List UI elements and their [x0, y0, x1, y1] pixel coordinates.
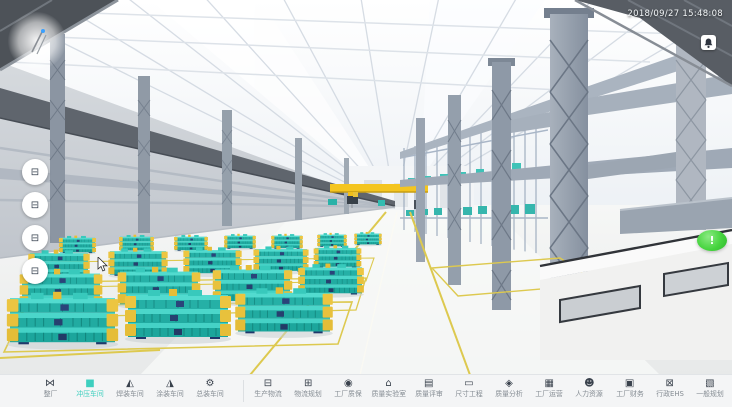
toolbar-item-shield[interactable]: ◈质量分析 [493, 378, 525, 398]
toolbar-divider [243, 380, 244, 402]
side-panel-button-3[interactable]: ⊟ [22, 225, 48, 251]
chart-icon: ▦ [544, 378, 553, 389]
side-panel-button-2[interactable]: ⊟ [22, 192, 48, 218]
person-icon: ☻ [584, 378, 594, 389]
truck-icon: ⊟ [264, 378, 272, 389]
toolbar-item-painting-workshop[interactable]: ◮涂装车间 [154, 378, 186, 398]
toolbar-item-stamping-workshop[interactable]: ■冲压车间 [74, 378, 106, 398]
toolbar-item-label: 行政EHS [656, 390, 684, 397]
app-window: 2018/09/27 15:48:08 ⊟ ⊟ ⊟ ⊟ ! ⋈整厂 ■冲压车间 ◭焊装车间… [0, 0, 732, 407]
lab-icon: ⌂ [385, 378, 391, 389]
ehs-icon: ⊠ [666, 378, 674, 389]
toolbar-item-label: 工厂运营 [535, 390, 563, 397]
toolbar-item-ehs[interactable]: ⊠行政EHS [654, 378, 686, 398]
dashboard-icon: ⊟ [31, 266, 39, 277]
toolbar-item-label: 质量评审 [415, 390, 443, 397]
toolbar-item-label: 总装车间 [196, 390, 224, 397]
workshop-nav-group: ⋈整厂 ■冲压车间 ◭焊装车间 ◮涂装车间 ⚙总装车间 [34, 378, 226, 398]
side-panel-button-4[interactable]: ⊟ [22, 258, 48, 284]
stamping-workshop-icon: ■ [85, 378, 94, 389]
scene-3d-viewport[interactable]: 2018/09/27 15:48:08 ⊟ ⊟ ⊟ ⊟ ! [0, 0, 732, 375]
toolbar-item-label: 焊装车间 [116, 390, 144, 397]
compass-needle-icon [8, 12, 66, 70]
toolbar-item-assembly-workshop[interactable]: ⚙总装车间 [194, 378, 226, 398]
toolbar-item-label: 涂装车间 [156, 390, 184, 397]
toolbar-item-logistics-plan[interactable]: ⊞物流规划 [292, 378, 324, 398]
bell-icon [704, 38, 713, 48]
factory-icon: ⋈ [45, 378, 55, 389]
assembly-workshop-icon: ⚙ [206, 378, 215, 389]
review-doc-icon: ▤ [424, 378, 433, 389]
logistics-plan-icon: ⊞ [304, 378, 312, 389]
dashboard-icon: ⊟ [31, 167, 39, 178]
toolbar-item-briefcase[interactable]: ▣工厂财务 [614, 378, 646, 398]
toolbar-item-label: 一般规划 [696, 390, 724, 397]
toolbar-item-label: 工厂财务 [616, 390, 644, 397]
painting-workshop-icon: ◮ [166, 378, 174, 389]
toolbar-item-label: 尺寸工程 [455, 390, 483, 397]
toolbar-item-ruler[interactable]: ▭尺寸工程 [453, 378, 485, 398]
notification-button[interactable] [701, 35, 716, 50]
die-stacks[interactable] [7, 232, 382, 350]
toolbar-item-truck[interactable]: ⊟生产物流 [252, 378, 284, 398]
side-panel-button-1[interactable]: ⊟ [22, 159, 48, 185]
toolbar-item-label: 物流规划 [294, 390, 322, 397]
toolbar-item-label: 工厂质保 [335, 390, 363, 397]
side-panel-buttons: ⊟ ⊟ ⊟ ⊟ [22, 159, 48, 284]
factory-3d-render [0, 0, 732, 375]
briefcase-icon: ▣ [625, 378, 634, 389]
toolbar-item-label: 人力资源 [576, 390, 604, 397]
function-nav-group: ⊟生产物流 ⊞物流规划 ◉工厂质保 ⌂质量实验室 ▤质量评审 ▭尺寸工程 ◈质量分析 ▦工厂运… [252, 378, 726, 398]
welding-workshop-icon: ◭ [126, 378, 134, 389]
alert-marker[interactable]: ! [697, 230, 727, 251]
toolbar-item-label: 质量实验室 [371, 390, 406, 397]
toolbar-item-welding-workshop[interactable]: ◭焊装车间 [114, 378, 146, 398]
toolbar-item-label: 质量分析 [495, 390, 523, 397]
toolbar-item-label: 整厂 [43, 390, 57, 397]
plan-doc-icon: ▧ [705, 378, 714, 389]
clock-timestamp: 2018/09/27 15:48:08 [627, 9, 723, 19]
ruler-icon: ▭ [464, 378, 473, 389]
shield-icon: ◈ [505, 378, 513, 389]
dashboard-icon: ⊟ [31, 200, 39, 211]
compass-widget[interactable] [8, 12, 66, 70]
dashboard-icon: ⊟ [31, 233, 39, 244]
qa-badge-icon: ◉ [344, 378, 353, 389]
toolbar-item-chart[interactable]: ▦工厂运营 [533, 378, 565, 398]
toolbar-item-person[interactable]: ☻人力资源 [573, 378, 605, 398]
toolbar-item-review-doc[interactable]: ▤质量评审 [413, 378, 445, 398]
toolbar-item-qa-badge[interactable]: ◉工厂质保 [332, 378, 364, 398]
toolbar-item-label: 冲压车间 [76, 390, 104, 397]
toolbar-item-plan-doc[interactable]: ▧一般规划 [694, 378, 726, 398]
toolbar-item-label: 生产物流 [254, 390, 282, 397]
bottom-toolbar: ⋈整厂 ■冲压车间 ◭焊装车间 ◮涂装车间 ⚙总装车间 ⊟生产物流 ⊞物流规划 ◉工厂质保 ⌂… [0, 374, 732, 407]
toolbar-item-lab[interactable]: ⌂质量实验室 [373, 378, 405, 398]
toolbar-item-factory[interactable]: ⋈整厂 [34, 378, 66, 398]
